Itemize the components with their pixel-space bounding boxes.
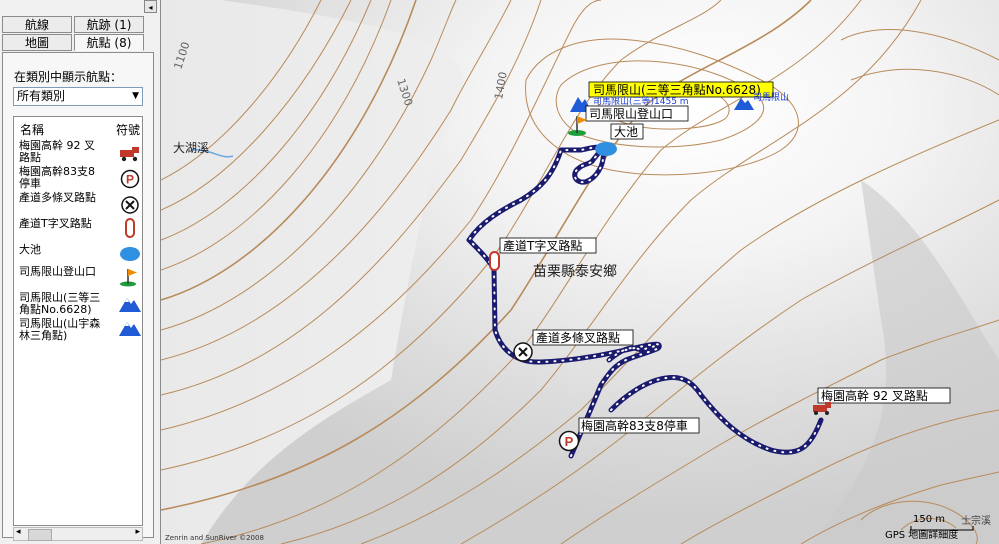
list-item[interactable]: 司馬限山(三等三角點No.6628)	[19, 292, 141, 318]
stream-label: 大湖溪	[173, 140, 209, 155]
list-item[interactable]: 司馬限山(山宇森林三角點)	[19, 318, 141, 344]
junction92-label: 梅園高幹 92 叉路點	[821, 388, 928, 403]
detail-note: GPS 地圖詳細度	[885, 528, 958, 541]
list-item[interactable]: 司馬限山登山口	[19, 266, 141, 292]
waypoint-panel: 航線 航跡 (1) 地圖 航點 (8) ◂ 在類別中顯示航點： 所有類別 ▼ 名…	[0, 0, 161, 544]
tab-maps[interactable]: 地圖	[2, 34, 72, 51]
waypoint-list: 名稱 符號 梅園高幹 92 叉路點 梅園高幹83支8停車 P 產道多條叉路點 產…	[13, 116, 143, 526]
scroll-left-icon[interactable]: ◂	[16, 527, 21, 537]
scroll-right-icon[interactable]: ▸	[135, 527, 140, 537]
waypoint-name: 產道T字叉路點	[19, 217, 92, 230]
parking-icon: P	[120, 169, 140, 189]
pond-icon	[595, 142, 617, 156]
summit-icon	[119, 322, 141, 336]
cross-circle-icon	[121, 196, 139, 214]
parking-label: 梅園高幹83支8停車	[581, 418, 688, 433]
t-junction-label: 產道T字叉路點	[503, 238, 582, 253]
trailhead-label: 司馬限山登山口	[589, 106, 673, 121]
collapse-panel-button[interactable]: ◂	[144, 0, 157, 13]
list-item[interactable]: 產道T字叉路點	[19, 218, 141, 242]
multi-junction-label: 產道多條叉路點	[536, 330, 620, 345]
category-selected-value: 所有類別	[17, 89, 66, 103]
list-item[interactable]: 大池	[19, 244, 141, 266]
filter-label: 在類別中顯示航點：	[14, 70, 123, 84]
list-item[interactable]: 梅園高幹83支8停車 P	[19, 166, 141, 192]
waypoint-name: 梅園高幹83支8停車	[19, 165, 95, 190]
trailhead-flag-icon	[120, 269, 137, 287]
truck-icon	[120, 147, 139, 162]
summit2-label: 司馬限山	[753, 92, 789, 103]
waypoint-name: 梅園高幹 92 叉路點	[19, 139, 95, 164]
district-label: 苗栗縣泰安鄉	[533, 264, 617, 280]
svg-text:P: P	[126, 173, 134, 187]
waypoint-name: 司馬限山(山宇森林三角點)	[19, 317, 101, 342]
waypoint-name: 司馬限山(三等三角點No.6628)	[19, 291, 101, 316]
waypoint-name: 大池	[19, 243, 41, 256]
list-item[interactable]: 梅園高幹 92 叉路點	[19, 140, 141, 166]
waypoint-name: 司馬限山登山口	[19, 265, 96, 278]
summit-label: 司馬限山(三等三角點No.6628)	[593, 83, 761, 97]
map-canvas[interactable]: 1100 1300 1400 大湖溪 苗栗縣泰安鄉 司馬限山(三等三角點No.6…	[161, 0, 999, 544]
column-header-symbol[interactable]: 符號	[116, 121, 140, 138]
corner-place-label: 士宗溪	[961, 514, 991, 527]
red-capsule-icon	[125, 218, 135, 238]
summit-sub-label: 司馬限山(三等)1455 m	[593, 95, 689, 107]
tab-waypoints[interactable]: 航點 (8)	[74, 34, 144, 51]
copyright: Zenrin and SunRiver ©2008	[165, 534, 264, 542]
category-select[interactable]: 所有類別 ▼	[13, 87, 143, 106]
red-capsule-icon	[489, 251, 500, 271]
topographic-map[interactable]: 1100 1300 1400 大湖溪 苗栗縣泰安鄉 司馬限山(三等三角點No.6…	[161, 0, 999, 544]
scrollbar-thumb[interactable]	[28, 529, 52, 541]
list-item[interactable]: 產道多條叉路點	[19, 192, 141, 218]
pond-icon	[120, 247, 140, 261]
column-header-name[interactable]: 名稱	[20, 121, 44, 138]
parking-icon: P	[565, 434, 574, 449]
pond-label: 大池	[614, 125, 638, 139]
waypoint-name: 產道多條叉路點	[19, 191, 96, 204]
tab-routes[interactable]: 航線	[2, 16, 72, 33]
summit-icon	[119, 298, 141, 312]
tab-tracks[interactable]: 航跡 (1)	[74, 16, 144, 33]
chevron-down-icon: ▼	[132, 91, 139, 101]
scale-label: 150 m	[913, 514, 945, 525]
list-horizontal-scrollbar[interactable]: ◂ ▸	[13, 527, 143, 541]
